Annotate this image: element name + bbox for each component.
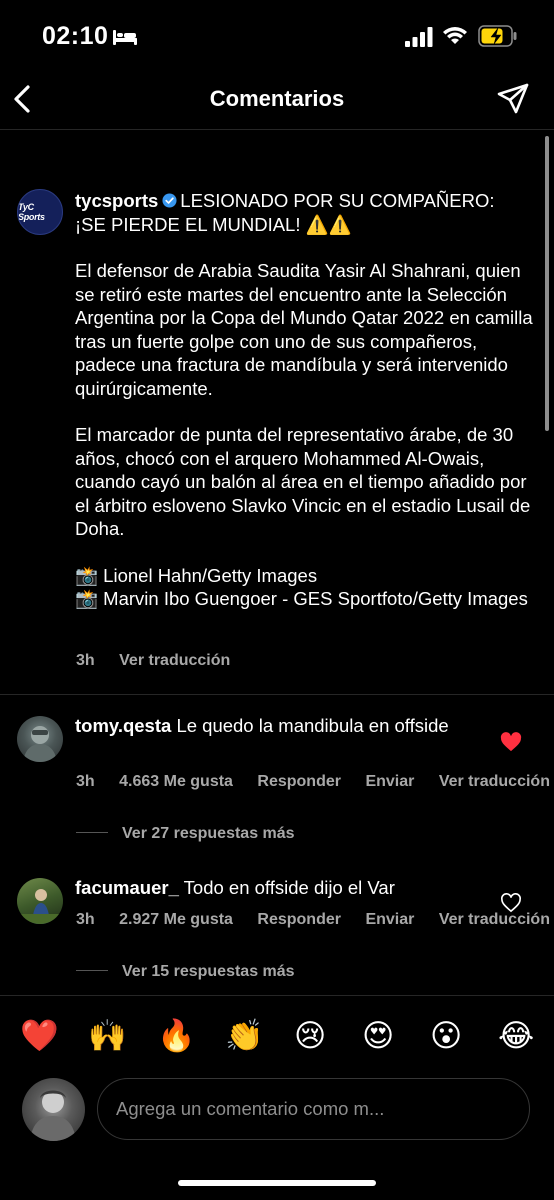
status-bar: 02:10 — [0, 0, 554, 70]
avatar[interactable]: TyC Sports — [17, 189, 63, 235]
emoji-heart[interactable]: ❤️ — [20, 1016, 59, 1056]
likes-count[interactable]: 2.927 Me gusta — [119, 911, 233, 928]
emoji-surprised[interactable]: 😮 — [430, 1016, 462, 1056]
emoji-reaction-bar: ❤️ 🙌 🔥 👏 😢 😍 😮 😂 — [0, 995, 554, 1075]
wifi-icon — [443, 27, 467, 44]
likes-count[interactable]: 4.663 Me gusta — [119, 773, 233, 790]
page-title: Comentarios — [209, 86, 345, 111]
translate-link[interactable]: Ver traducción — [119, 652, 230, 669]
comment-body: Le quedo la mandibula en offside — [176, 715, 449, 736]
comment-time: 3h — [76, 911, 95, 928]
view-replies[interactable]: Ver 27 respuestas más — [76, 825, 295, 843]
photo-credit-1: 📸 Lionel Hahn/Getty Images — [75, 564, 318, 586]
avatar[interactable] — [17, 716, 63, 762]
paper-plane-icon[interactable] — [496, 82, 530, 116]
divider — [0, 694, 554, 695]
view-replies-label: Ver 15 respuestas más — [122, 963, 295, 980]
bed-icon — [113, 30, 137, 45]
replies-line — [76, 970, 108, 971]
heart-filled-icon[interactable] — [500, 732, 522, 752]
translate-link[interactable]: Ver traducción — [439, 911, 550, 928]
reply-button[interactable]: Responder — [257, 911, 341, 928]
comment-username[interactable]: facumauer_ — [75, 877, 179, 898]
caption-paragraph-1: El defensor de Arabia Saudita Yasir Al S… — [75, 260, 533, 399]
user-photo-icon — [30, 1090, 76, 1141]
caption-username[interactable]: tycsports — [75, 190, 158, 211]
send-button[interactable]: Enviar — [365, 773, 414, 790]
comment-username[interactable]: tomy.qesta — [75, 715, 171, 736]
photo-credit-2: 📸 Marvin Ibo Guengoer - GES Sportfoto/Ge… — [75, 588, 528, 609]
emoji-heart-eyes[interactable]: 😍 — [362, 1016, 394, 1056]
comment-time: 3h — [76, 773, 95, 790]
battery-charging-icon — [478, 25, 517, 47]
scrollbar[interactable] — [545, 136, 549, 431]
caption-time: 3h — [76, 652, 95, 669]
emoji-fire[interactable]: 🔥 — [157, 1016, 196, 1056]
status-time: 02:10 — [42, 22, 109, 50]
caption-headline: LESIONADO POR SU COMPAÑERO: — [180, 190, 495, 211]
comment-text: facumauer_ Todo en offside dijo el Var — [75, 876, 470, 900]
home-indicator[interactable] — [178, 1180, 376, 1186]
comment-input[interactable] — [97, 1078, 530, 1140]
user-photo-icon — [23, 726, 57, 762]
user-photo-icon — [17, 889, 63, 924]
comment-text: tomy.qesta Le quedo la mandibula en offs… — [75, 714, 470, 738]
emoji-raising-hands[interactable]: 🙌 — [88, 1016, 127, 1056]
comment-body: Todo en offside dijo el Var — [183, 877, 395, 898]
comment-meta: 3h 2.927 Me gusta Responder Enviar Ver t… — [76, 911, 554, 929]
view-replies[interactable]: Ver 15 respuestas más — [76, 963, 295, 981]
caption-text: tycsports LESIONADO POR SU COMPAÑERO: ¡SE… — [75, 189, 535, 611]
avatar[interactable] — [17, 878, 63, 924]
replies-line — [76, 832, 108, 833]
tyc-sports-logo: TyC Sports — [18, 202, 45, 222]
comment-composer — [0, 1075, 554, 1155]
heart-outline-icon[interactable] — [500, 893, 522, 913]
view-replies-label: Ver 27 respuestas más — [122, 825, 295, 842]
emoji-clapping[interactable]: 👏 — [225, 1016, 264, 1056]
caption-meta: 3h Ver traducción — [76, 652, 250, 670]
verified-badge-icon — [162, 193, 177, 208]
caption-paragraph-2: El marcador de punta del representativo … — [75, 424, 531, 539]
emoji-crying[interactable]: 😢 — [294, 1016, 326, 1056]
reply-button[interactable]: Responder — [257, 773, 341, 790]
nav-bar: Comentarios — [0, 70, 554, 130]
caption-headline-2: ¡SE PIERDE EL MUNDIAL! ⚠️⚠️ — [75, 213, 352, 235]
emoji-laughing[interactable]: 😂 — [498, 1016, 534, 1056]
avatar[interactable] — [22, 1078, 85, 1141]
translate-link[interactable]: Ver traducción — [439, 773, 550, 790]
send-button[interactable]: Enviar — [365, 911, 414, 928]
comment-meta: 3h 4.663 Me gusta Responder Enviar Ver t… — [76, 773, 554, 791]
signal-icon — [405, 27, 433, 47]
